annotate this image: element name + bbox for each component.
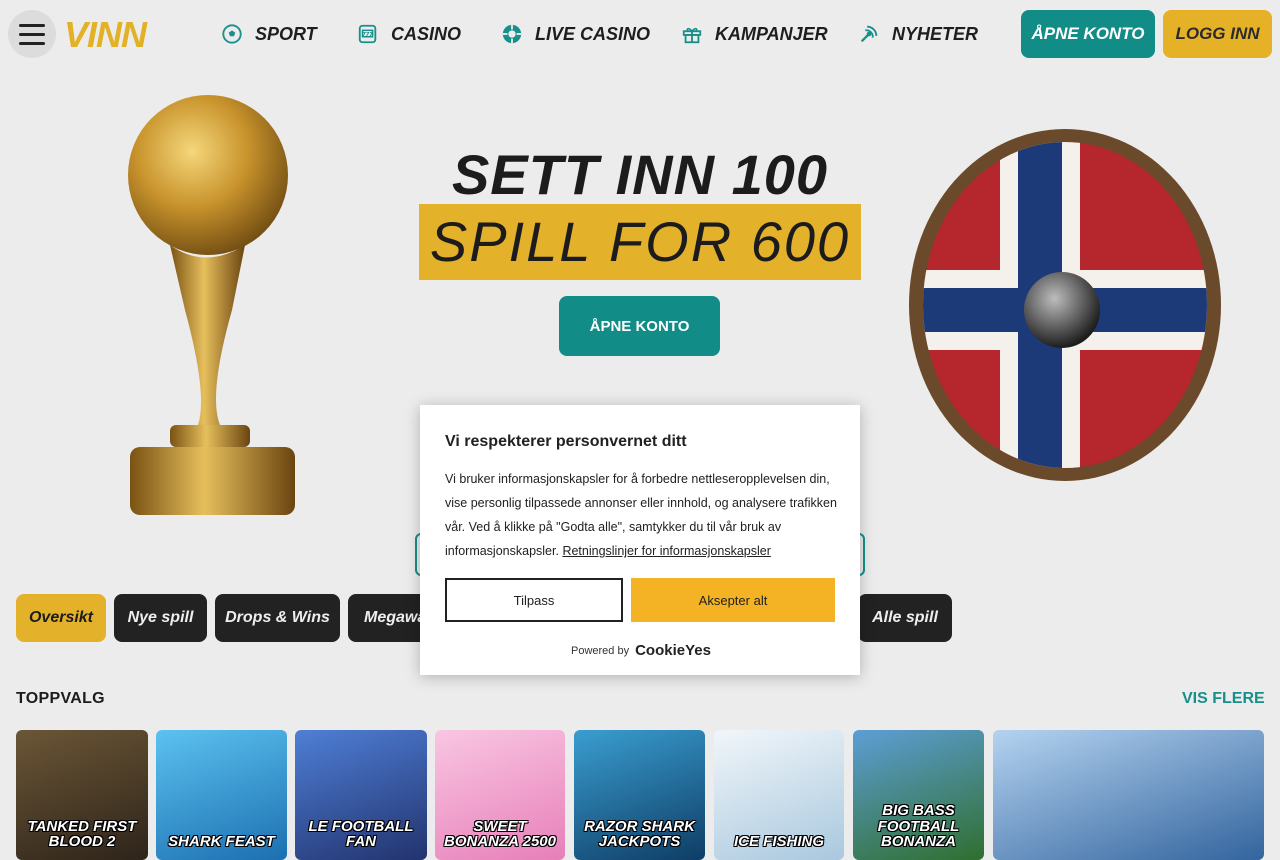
game-title: TANKED FIRST BLOOD 2 <box>27 817 137 851</box>
broadcast-icon <box>860 25 878 43</box>
game-tile[interactable]: BIG BASS FOOTBALL BONANZA <box>853 730 984 860</box>
game-tile[interactable]: ICE FISHING <box>714 730 844 860</box>
cookie-body: Vi bruker informasjonskapsler for å forb… <box>445 467 840 563</box>
nav-item-sport[interactable]: SPORT <box>221 20 317 48</box>
tab-oversikt[interactable]: Oversikt <box>16 594 106 642</box>
cookie-consent-dialog: Vi respekterer personvernet ditt Vi bruk… <box>420 405 860 675</box>
nav-item-casino[interactable]: 777 CASINO <box>357 20 461 48</box>
login-button[interactable]: LOGG INN <box>1163 10 1272 58</box>
trophy-image <box>128 95 295 515</box>
cookie-title: Vi respekterer personvernet ditt <box>445 433 687 450</box>
tab-drops-wins[interactable]: Drops & Wins <box>215 594 340 642</box>
tab-alle-spill[interactable]: Alle spill <box>858 594 952 642</box>
game-title: ICE FISHING <box>733 833 824 851</box>
game-title: SWEET BONANZA 2500 <box>444 817 556 851</box>
hero-open-account-button[interactable]: ÅPNE KONTO <box>559 296 720 356</box>
gift-icon <box>682 27 702 44</box>
game-tile[interactable]: RAZOR SHARK JACKPOTS <box>574 730 705 860</box>
game-tile[interactable] <box>993 730 1264 860</box>
menu-icon[interactable] <box>8 10 56 58</box>
norwegian-shield-image <box>909 129 1221 481</box>
show-more-link[interactable]: VIS FLERE <box>1182 690 1265 708</box>
customize-button[interactable]: Tilpass <box>445 578 623 622</box>
cookie-policy-link[interactable]: Retningslinjer for informasjonskapsler <box>562 544 770 558</box>
section-title: TOPPVALG <box>16 690 105 707</box>
nav-label: SPORT <box>255 23 317 44</box>
nav-item-nyheter[interactable]: NYHETER <box>858 20 978 48</box>
svg-text:777: 777 <box>362 32 373 38</box>
nav-item-kampanjer[interactable]: KAMPANJER <box>681 20 828 48</box>
soccer-ball-icon <box>222 24 242 44</box>
hero-subheadline: SPILL FOR 600 KR! <box>419 204 861 349</box>
tab-nye-spill[interactable]: Nye spill <box>114 594 207 642</box>
game-tile[interactable]: LE FOOTBALL FAN <box>295 730 427 860</box>
game-tile[interactable]: TANKED FIRST BLOOD 2 <box>16 730 148 860</box>
cookieyes-logo: CookieYes <box>635 642 711 659</box>
game-title: BIG BASS FOOTBALL BONANZA <box>877 801 960 851</box>
nav-label: KAMPANJER <box>715 23 828 44</box>
casino-chip-icon <box>502 24 522 44</box>
top-navigation: VINN SPORT 777 CASINO LIVE CASINO KAMPAN… <box>0 0 1280 68</box>
nav-item-live-casino[interactable]: LIVE CASINO <box>501 20 650 48</box>
open-account-button[interactable]: ÅPNE KONTO <box>1021 10 1155 58</box>
powered-by-label: Powered by <box>571 644 630 657</box>
nav-label: LIVE CASINO <box>535 23 651 44</box>
game-title: RAZOR SHARK JACKPOTS <box>584 817 695 851</box>
nav-label: CASINO <box>391 23 462 44</box>
game-title: SHARK FEAST <box>168 833 275 851</box>
nav-label: NYHETER <box>892 23 979 44</box>
game-tile[interactable]: SWEET BONANZA 2500 <box>435 730 565 860</box>
game-title: LE FOOTBALL FAN <box>308 817 414 851</box>
powered-by: Powered by CookieYes <box>571 642 711 659</box>
accept-all-button[interactable]: Aksepter alt <box>631 578 835 622</box>
game-tile[interactable]: SHARK FEAST <box>156 730 287 860</box>
logo[interactable]: VINN <box>64 14 147 56</box>
slot-machine-icon: 777 <box>358 24 377 44</box>
